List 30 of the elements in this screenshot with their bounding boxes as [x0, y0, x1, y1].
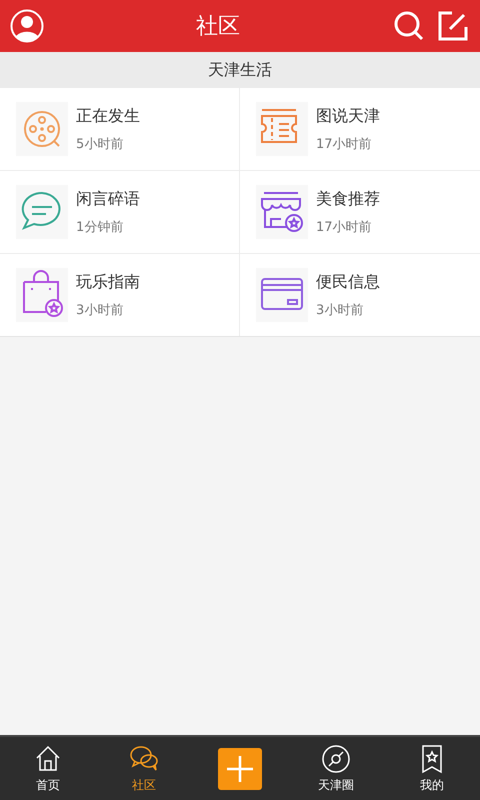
plus-icon [225, 754, 255, 784]
channel-time: 3小时前 [76, 302, 124, 318]
channel-item[interactable]: 玩乐指南 3小时前 [0, 254, 240, 336]
channel-item[interactable]: 闲言碎语 1分钟前 [0, 171, 240, 254]
channel-time: 17小时前 [316, 218, 373, 236]
section-title: 天津生活 [208, 60, 272, 80]
channel-name: 图说天津 [316, 106, 380, 126]
channel-time: 17小时前 [316, 136, 373, 152]
channel-name: 便民信息 [316, 272, 380, 292]
channel-item[interactable]: 美食推荐 17小时前 [240, 171, 480, 254]
tab-item[interactable]: 天津圈 [288, 744, 384, 794]
tab-item[interactable]: 首页 [0, 744, 96, 794]
tab-item[interactable]: 我的 [384, 744, 480, 794]
speech-bubbles-icon [129, 744, 159, 774]
channel-name: 正在发生 [76, 106, 140, 126]
disc-icon [321, 744, 351, 774]
channel-name: 美食推荐 [316, 188, 380, 210]
channel-item[interactable]: 图说天津 17小时前 [240, 88, 480, 171]
channel-time: 3小时前 [316, 302, 364, 318]
channel-time: 5小时前 [76, 136, 124, 152]
avatar-icon[interactable] [10, 9, 44, 43]
channel-item[interactable]: 便民信息 3小时前 [240, 254, 480, 336]
tab-item[interactable]: 社区 [96, 744, 192, 794]
channel-item[interactable]: 正在发生 5小时前 [0, 88, 240, 171]
page-title: 社区 [195, 13, 241, 41]
channel-time: 1分钟前 [76, 218, 124, 236]
channel-name: 闲言碎语 [76, 188, 140, 210]
compose-icon[interactable] [436, 9, 470, 43]
channel-name: 玩乐指南 [76, 272, 140, 292]
search-icon[interactable] [392, 9, 426, 43]
